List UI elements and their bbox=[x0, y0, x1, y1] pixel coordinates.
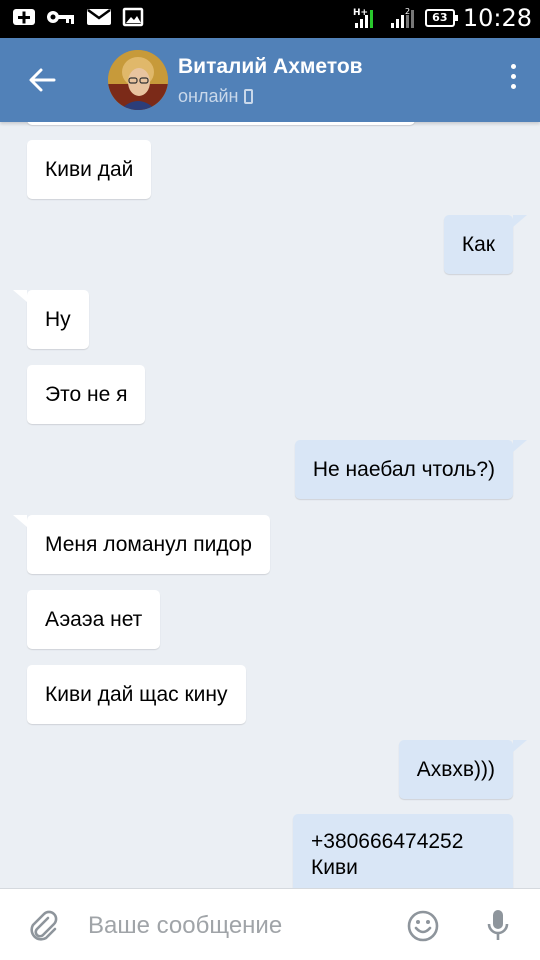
attach-button[interactable] bbox=[26, 909, 60, 943]
message-text: Не наебал чтоль?) bbox=[312, 457, 495, 481]
contact-status: онлайн bbox=[178, 86, 254, 107]
mobile-phone-icon bbox=[244, 89, 254, 104]
status-text: онлайн bbox=[178, 86, 239, 106]
message-bubble-outgoing[interactable]: +380666474252 Киви bbox=[293, 814, 513, 888]
message-input[interactable] bbox=[86, 903, 390, 949]
message-text: Киви дай щас кину bbox=[45, 682, 228, 706]
message-bubble-incoming[interactable]: Киви дай щас кину bbox=[27, 665, 246, 724]
message-bubble-incoming[interactable]: Меня ломанул пидор bbox=[13, 515, 270, 574]
add-box-icon bbox=[13, 9, 35, 25]
message-bubble-incoming[interactable]: Аэаэа нет bbox=[27, 590, 161, 649]
svg-text:2: 2 bbox=[405, 7, 410, 16]
message-text: Ахвхв))) bbox=[416, 757, 495, 781]
message-bubble-outgoing[interactable]: Как bbox=[443, 215, 528, 274]
message-bubble-incoming[interactable]: Это не я bbox=[27, 365, 146, 424]
avatar-photo bbox=[108, 50, 168, 110]
message-bubble-incoming[interactable]: Ну bbox=[13, 290, 89, 349]
emoji-button[interactable] bbox=[406, 909, 440, 943]
message-text: Ну bbox=[45, 307, 71, 331]
key-icon bbox=[47, 11, 74, 24]
avatar[interactable] bbox=[108, 50, 168, 110]
composer-bar bbox=[0, 888, 540, 960]
message-list[interactable]: Киви дай Как Ну Это не я Не наебал чтоль… bbox=[0, 122, 540, 888]
message-text: Это не я bbox=[45, 382, 128, 406]
contact-name[interactable]: Виталий Ахметов bbox=[178, 55, 363, 79]
status-bar: H+ 2 63 10:28 bbox=[0, 0, 540, 38]
more-menu-button[interactable] bbox=[506, 64, 520, 96]
message-text: Меня ломанул пидор bbox=[45, 532, 252, 556]
paperclip-icon bbox=[30, 910, 58, 941]
message-bubble-outgoing[interactable]: Ахвхв))) bbox=[398, 740, 528, 799]
message-text: Киви дай bbox=[45, 157, 134, 181]
arrow-left-icon bbox=[29, 68, 56, 92]
more-vertical-icon bbox=[506, 64, 520, 89]
voice-message-button[interactable] bbox=[484, 907, 512, 945]
message-text: Аэаэа нет bbox=[45, 607, 143, 631]
mail-icon bbox=[87, 8, 111, 25]
smiley-icon bbox=[407, 910, 439, 942]
chat-header: Виталий Ахметов онлайн bbox=[0, 38, 540, 122]
message-text: Как bbox=[461, 232, 495, 256]
back-button[interactable] bbox=[22, 58, 66, 102]
message-text-line2: Киви bbox=[311, 856, 358, 879]
image-icon bbox=[122, 7, 144, 27]
signal-2-icon: 2 bbox=[390, 7, 414, 28]
microphone-icon bbox=[487, 910, 509, 940]
signal-icon: H+ bbox=[353, 8, 373, 28]
message-bubble-outgoing[interactable]: Не наебал чтоль?) bbox=[294, 440, 528, 499]
battery-icon: 63 bbox=[424, 9, 458, 27]
clock: 10:28 bbox=[462, 4, 532, 32]
message-bubble-partial bbox=[27, 122, 415, 125]
message-bubble-incoming[interactable]: Киви дай bbox=[27, 140, 152, 199]
message-text-line1: +380666474252 bbox=[311, 830, 464, 853]
